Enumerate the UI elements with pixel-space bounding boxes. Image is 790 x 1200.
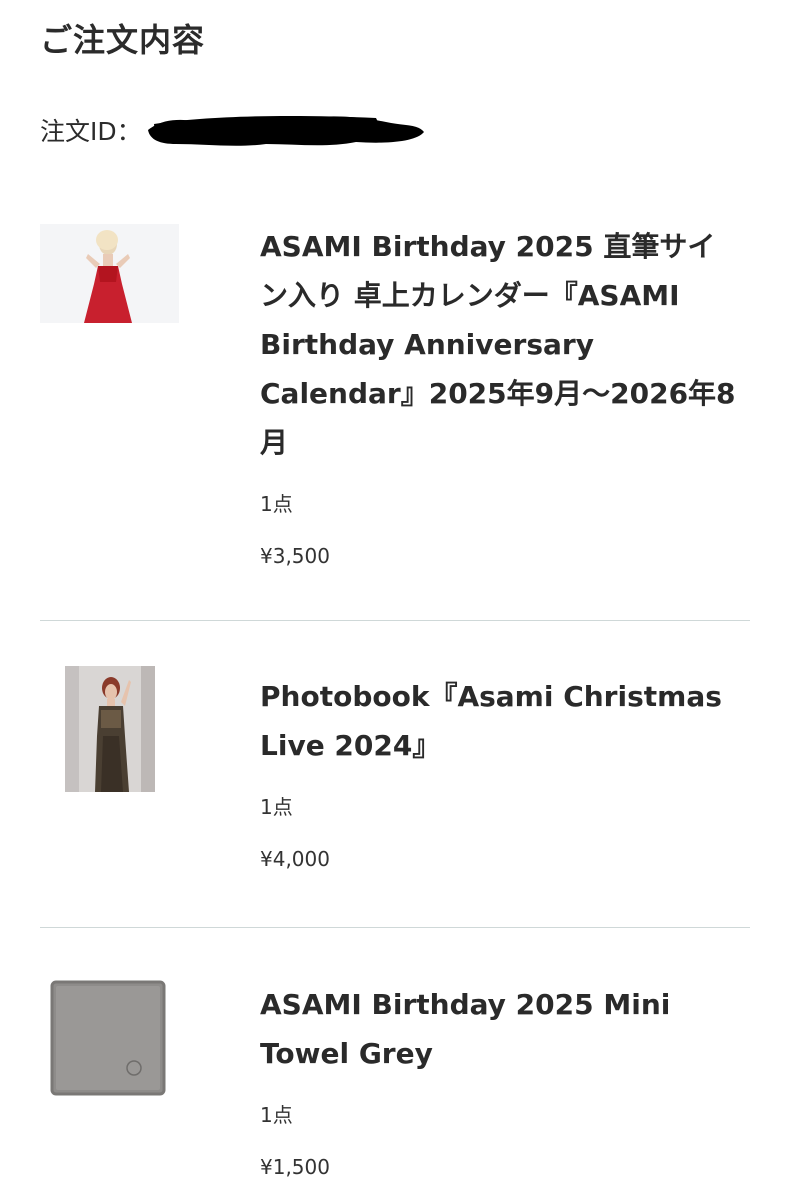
- item-price: ¥3,500: [260, 544, 330, 568]
- order-item: ASAMI Birthday 2025 Mini Towel Grey 1点 ¥…: [40, 970, 750, 1195]
- item-title[interactable]: ASAMI Birthday 2025 直筆サイン入り 卓上カレンダー『ASAM…: [260, 222, 740, 467]
- order-id-row: 注文ID：: [40, 108, 428, 152]
- item-info: Photobook『Asami Christmas Live 2024』 1点 …: [260, 672, 740, 872]
- item-price: ¥1,500: [260, 1155, 330, 1179]
- photobook-thumbnail[interactable]: [65, 666, 155, 792]
- item-divider: [40, 620, 750, 621]
- order-item: Photobook『Asami Christmas Live 2024』 1点 …: [40, 664, 750, 894]
- item-quantity: 1点: [260, 795, 293, 819]
- item-title[interactable]: ASAMI Birthday 2025 Mini Towel Grey: [260, 980, 740, 1078]
- item-quantity: 1点: [260, 492, 293, 516]
- calendar-photo-thumbnail[interactable]: [40, 224, 179, 323]
- order-details-page: ご注文内容 注文ID： ASAMI Birthday 2025 直筆サイン入り …: [0, 0, 790, 1200]
- item-divider: [40, 927, 750, 928]
- mini-towel-thumbnail[interactable]: [50, 980, 166, 1096]
- item-info: ASAMI Birthday 2025 直筆サイン入り 卓上カレンダー『ASAM…: [260, 222, 740, 569]
- item-quantity: 1点: [260, 1103, 293, 1127]
- order-id-redaction: [146, 110, 428, 150]
- item-price: ¥4,000: [260, 847, 330, 871]
- order-item: ASAMI Birthday 2025 直筆サイン入り 卓上カレンダー『ASAM…: [40, 222, 750, 592]
- section-title: ご注文内容: [40, 21, 206, 59]
- item-info: ASAMI Birthday 2025 Mini Towel Grey 1点 ¥…: [260, 980, 740, 1180]
- order-id-label: 注文ID：: [40, 117, 142, 146]
- item-title[interactable]: Photobook『Asami Christmas Live 2024』: [260, 672, 740, 770]
